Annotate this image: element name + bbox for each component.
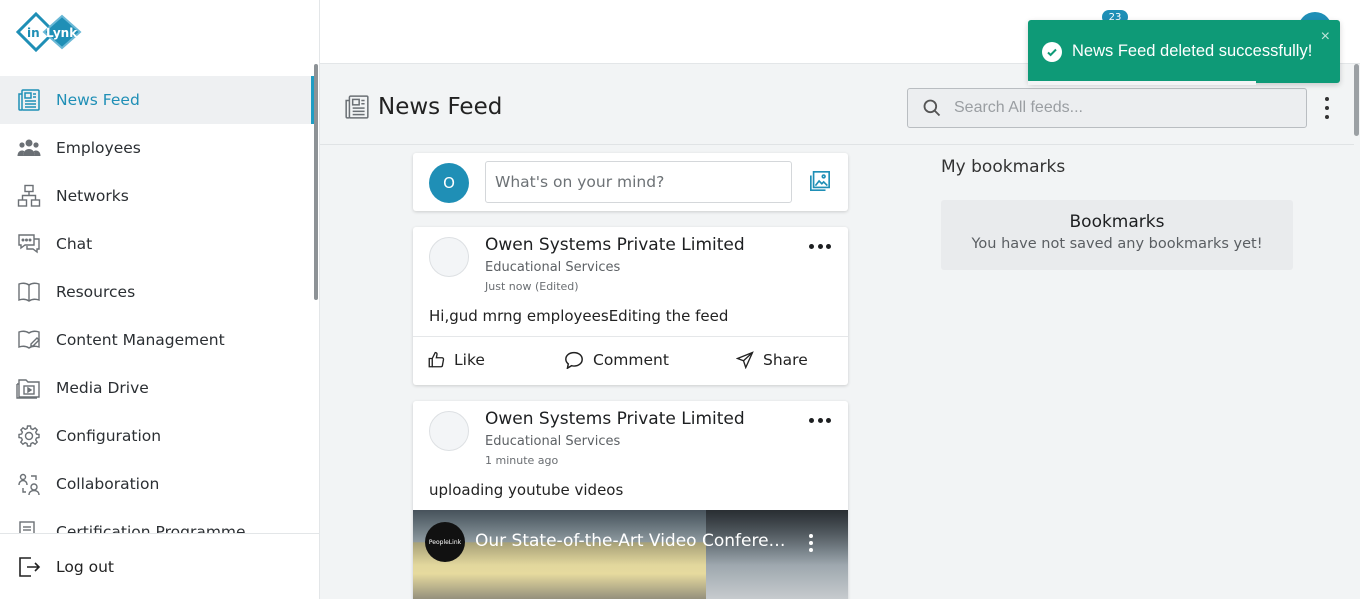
post-category: Educational Services xyxy=(485,434,621,449)
collaboration-icon xyxy=(16,471,42,497)
composer-input[interactable]: What's on your mind? xyxy=(485,161,792,203)
toast-progress-bar xyxy=(1028,81,1256,85)
sidebar-item-employees[interactable]: Employees xyxy=(0,124,320,172)
sidebar-nav: News Feed Employees Networks Chat Resour… xyxy=(0,64,320,534)
video-menu-button[interactable] xyxy=(809,534,813,552)
channel-logo[interactable]: PeopleLink xyxy=(425,522,465,562)
thumbs-up-icon xyxy=(428,351,445,368)
sidebar-item-networks[interactable]: Networks xyxy=(0,172,320,220)
post-composer: O What's on your mind? xyxy=(413,153,848,211)
post-text: Hi,gud mrng employeesEditing the feed xyxy=(429,307,729,325)
search-icon xyxy=(923,99,941,117)
newspaper-icon xyxy=(16,87,42,113)
success-toast: News Feed deleted successfully! × xyxy=(1028,20,1340,83)
sidebar: in Lynk News Feed Employees Networks Cha… xyxy=(0,0,320,599)
logout-icon xyxy=(16,554,42,580)
like-label: Like xyxy=(454,351,485,369)
share-label: Share xyxy=(763,351,808,369)
sidebar-scrollbar[interactable] xyxy=(314,64,318,300)
page-title: News Feed xyxy=(344,94,502,120)
post-actions: Like Comment Share xyxy=(413,336,848,385)
toast-message: News Feed deleted successfully! xyxy=(1072,42,1313,60)
youtube-video-embed[interactable]: PeopleLink Our State-of-the-Art Video Co… xyxy=(413,510,848,599)
svg-text:in: in xyxy=(27,26,40,40)
inlynk-logo[interactable]: in Lynk xyxy=(0,0,319,64)
org-avatar[interactable] xyxy=(429,237,469,277)
sidebar-item-label: Content Management xyxy=(56,331,225,349)
sidebar-item-label: Collaboration xyxy=(56,475,160,493)
feed-post: Owen Systems Private Limited Educational… xyxy=(413,227,848,385)
bookmarks-heading: My bookmarks xyxy=(941,157,1066,177)
chat-icon xyxy=(16,231,42,257)
comment-label: Comment xyxy=(593,351,669,369)
send-icon xyxy=(736,351,754,369)
sidebar-item-collaboration[interactable]: Collaboration xyxy=(0,460,320,508)
image-upload-icon[interactable] xyxy=(809,170,831,196)
org-avatar[interactable] xyxy=(429,411,469,451)
bookmarks-title: Bookmarks xyxy=(1069,212,1165,232)
share-button[interactable]: Share xyxy=(736,351,808,369)
sidebar-item-content-management[interactable]: Content Management xyxy=(0,316,320,364)
search-input[interactable] xyxy=(954,99,1294,117)
content-icon xyxy=(16,327,42,353)
post-org-name[interactable]: Owen Systems Private Limited xyxy=(485,235,745,255)
post-category: Educational Services xyxy=(485,260,621,275)
sidebar-item-label: Resources xyxy=(56,283,136,301)
sidebar-item-chat[interactable]: Chat xyxy=(0,220,320,268)
post-options-button[interactable] xyxy=(809,418,831,424)
logout-label: Log out xyxy=(56,557,114,576)
logout-button[interactable]: Log out xyxy=(0,533,319,599)
sidebar-item-label: Employees xyxy=(56,139,141,157)
sidebar-item-resources[interactable]: Resources xyxy=(0,268,320,316)
newspaper-icon xyxy=(344,94,370,120)
like-button[interactable]: Like xyxy=(427,351,485,369)
logo-icon: in Lynk xyxy=(16,12,82,52)
network-icon xyxy=(16,183,42,209)
check-circle-icon xyxy=(1042,41,1062,62)
post-options-button[interactable] xyxy=(809,244,831,250)
sidebar-item-label: Media Drive xyxy=(56,379,149,397)
svg-text:Lynk: Lynk xyxy=(46,26,78,40)
feed-post: Owen Systems Private Limited Educational… xyxy=(413,401,848,599)
bookmarks-panel: Bookmarks You have not saved any bookmar… xyxy=(941,200,1293,270)
search-box xyxy=(907,88,1307,128)
sidebar-item-label: Networks xyxy=(56,187,129,205)
group-icon xyxy=(16,135,42,161)
page-menu-button[interactable] xyxy=(1320,97,1334,119)
sidebar-item-label: Configuration xyxy=(56,427,162,445)
gear-icon xyxy=(16,423,42,449)
sidebar-item-media-drive[interactable]: Media Drive xyxy=(0,364,320,412)
page-scrollbar[interactable] xyxy=(1354,64,1360,599)
composer-avatar: O xyxy=(429,163,469,203)
comment-icon xyxy=(565,351,583,369)
comment-button[interactable]: Comment xyxy=(564,351,669,369)
video-title[interactable]: Our State-of-the-Art Video Conferencing … xyxy=(475,531,790,551)
bookmarks-empty-message: You have not saved any bookmarks yet! xyxy=(971,236,1263,252)
certificate-icon xyxy=(16,519,42,534)
media-folder-icon xyxy=(16,375,42,401)
page-title-text: News Feed xyxy=(378,94,503,120)
post-timestamp: Just now (Edited) xyxy=(485,280,579,293)
post-org-name[interactable]: Owen Systems Private Limited xyxy=(485,409,745,429)
book-icon xyxy=(16,279,42,305)
page-scrollbar-thumb[interactable] xyxy=(1354,64,1359,136)
toast-close-button[interactable]: × xyxy=(1321,28,1330,46)
sidebar-item-news-feed[interactable]: News Feed xyxy=(0,76,314,124)
sidebar-item-configuration[interactable]: Configuration xyxy=(0,412,320,460)
sidebar-item-certification-programme[interactable]: Certification Programme xyxy=(0,508,320,534)
sidebar-item-label: News Feed xyxy=(56,91,140,109)
post-timestamp: 1 minute ago xyxy=(485,454,559,467)
post-text: uploading youtube videos xyxy=(429,481,624,499)
sidebar-item-label: Chat xyxy=(56,235,93,253)
